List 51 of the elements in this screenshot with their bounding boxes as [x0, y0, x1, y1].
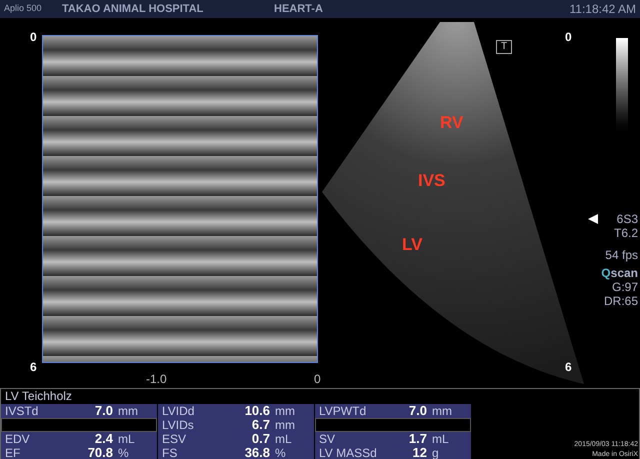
annotation-label: IVS	[418, 170, 446, 192]
measurement-value: 70.8	[86, 446, 113, 459]
measurement-unit: mm	[275, 404, 295, 418]
measurement-value: 7.0	[94, 404, 113, 418]
measurement-label: EDV	[5, 432, 31, 446]
axis-label: -1.0	[146, 371, 167, 388]
measurement-value: 1.7	[408, 432, 427, 446]
annotation-label: RV	[440, 112, 464, 134]
depth-label: 6	[30, 359, 37, 376]
measurement-unit: mm	[118, 404, 138, 418]
annotation-label: LV	[402, 234, 422, 256]
table-title: LV Teichholz	[4, 389, 73, 404]
depth-label: 0	[30, 29, 37, 46]
measurement-label: SV	[319, 432, 336, 446]
setting-text: 6S3	[616, 212, 638, 226]
measurement-value: 12	[412, 446, 427, 459]
measurement-label: IVSTd	[5, 404, 40, 418]
measurement-unit: mL	[432, 432, 449, 446]
setting-text: Qscan	[601, 266, 638, 280]
measurement-label: LVPWTd	[319, 404, 368, 418]
setting-text: T6.2	[614, 226, 638, 240]
measurement-value: 6.7	[250, 418, 270, 432]
measurement-unit: mL	[275, 432, 292, 446]
measurement-value: 0.7	[250, 432, 270, 446]
device-model: Aplio 500	[4, 2, 43, 16]
measurement-unit: mL	[118, 432, 135, 446]
setting-text: G:97	[612, 280, 638, 294]
measurement-value: 2.4	[94, 432, 113, 446]
measurement-label: EF	[5, 446, 22, 459]
measurement-unit: %	[118, 446, 129, 459]
depth-label: 0	[565, 29, 572, 46]
focus-marker-icon	[588, 214, 598, 224]
exam-name: HEART-A	[274, 2, 324, 17]
measurement-unit: %	[275, 446, 286, 459]
measurement-unit: mm	[432, 404, 452, 418]
clock-time: 11:18:42 AM	[570, 1, 636, 18]
hospital-name: TAKAO ANIMAL HOSPITAL	[62, 2, 204, 17]
measurement-value: 7.0	[408, 404, 427, 418]
measurement-label: LV MASSd	[319, 446, 378, 459]
measurement-label: LVIDs	[162, 418, 195, 432]
measurement-label: FS	[162, 446, 178, 459]
measurement-value: 36.8	[244, 446, 270, 459]
measurement-unit: mm	[275, 418, 295, 432]
probe-marker: T	[496, 40, 512, 54]
measurement-value: 10.6	[244, 404, 270, 418]
setting-text: 54 fps	[605, 248, 638, 262]
setting-text: DR:65	[604, 294, 638, 308]
depth-label: 6	[565, 359, 572, 376]
measurement-label: ESV	[162, 432, 188, 446]
measurement-label: LVIDd	[162, 404, 196, 418]
axis-label: 0	[314, 371, 321, 388]
